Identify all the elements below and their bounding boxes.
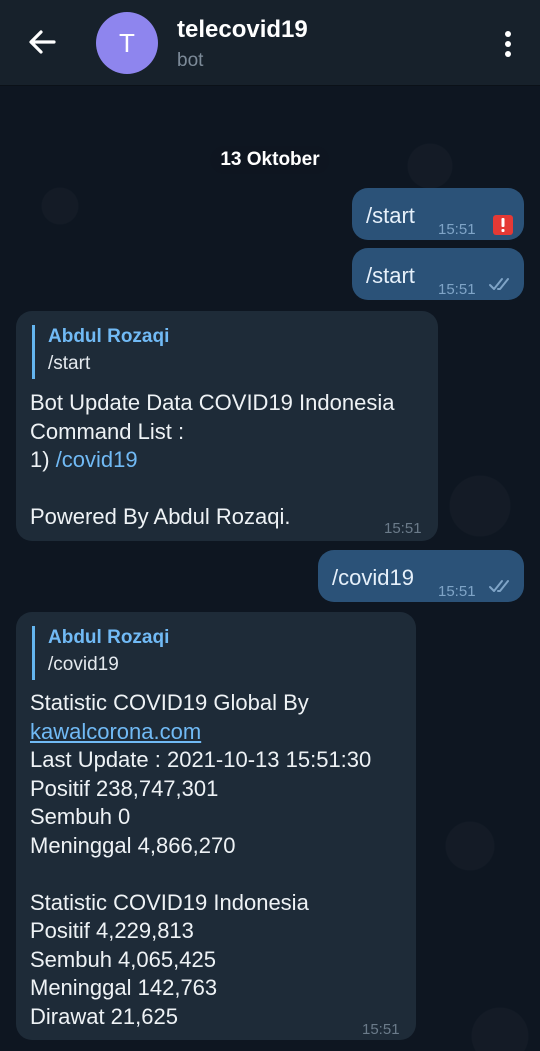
message-line: Meninggal 4,866,270 — [30, 832, 236, 858]
message-time: 15:51 — [438, 221, 476, 238]
double-check-icon — [489, 580, 509, 592]
message-line: Dirawat 21,625 — [30, 1003, 178, 1029]
message-line — [30, 475, 394, 504]
reply-author: Abdul Rozaqi — [48, 627, 170, 648]
message-line: Meninggal 142,763 — [30, 975, 218, 1000]
avatar[interactable]: T — [96, 12, 158, 74]
message-text: /start — [366, 263, 415, 288]
message-line: Statistic COVID19 Indonesia — [30, 889, 309, 915]
message-body: Bot Update Data COVID19 Indonesia Comman… — [30, 389, 394, 532]
incoming-message[interactable]: Abdul Rozaqi /covid19 Statistic COVID19 … — [16, 612, 416, 1040]
back-arrow-icon[interactable] — [24, 24, 60, 60]
message-text: /start — [366, 203, 415, 228]
reply-text: /start — [48, 353, 91, 374]
command-link[interactable]: /covid19 — [56, 447, 138, 472]
message-time: 15:51 — [438, 281, 476, 298]
message-time: 15:51 — [384, 520, 422, 537]
message-line: Positif 4,229,813 — [30, 918, 194, 943]
message-line: 1) /covid19 — [30, 446, 394, 475]
error-icon[interactable] — [492, 214, 514, 236]
outgoing-message[interactable]: /start 15:51 — [352, 188, 524, 240]
message-line: Positif 238,747,301 — [30, 775, 219, 801]
message-line — [30, 860, 371, 889]
message-line: Sembuh 4,065,425 — [30, 946, 216, 972]
more-options-icon[interactable] — [498, 28, 518, 60]
outgoing-message[interactable]: /covid19 15:51 — [318, 550, 524, 602]
message-text: /covid19 — [332, 565, 414, 590]
message-time: 15:51 — [362, 1021, 400, 1038]
reply-author: Abdul Rozaqi — [48, 326, 170, 347]
reply-quote[interactable]: Abdul Rozaqi /start — [32, 325, 169, 379]
message-line: Powered By Abdul Rozaqi. — [30, 504, 291, 529]
message-line: Last Update : 2021-10-13 15:51:30 — [30, 747, 372, 772]
reply-quote[interactable]: Abdul Rozaqi /covid19 — [32, 626, 169, 680]
message-line-prefix: 1) — [30, 447, 56, 472]
message-line: Bot Update Data COVID19 Indonesia — [30, 390, 395, 415]
incoming-message[interactable]: Abdul Rozaqi /start Bot Update Data COVI… — [16, 311, 438, 541]
chat-title[interactable]: telecovid19 — [177, 16, 308, 44]
message-body: Statistic COVID19 Global By kawalcorona.… — [30, 689, 371, 1031]
message-line: Sembuh 0 — [30, 804, 131, 829]
double-check-icon — [489, 278, 509, 290]
chat-subtitle: bot — [177, 50, 204, 71]
chat-header: T telecovid19 bot — [0, 0, 540, 86]
reply-text: /covid19 — [48, 654, 119, 675]
message-line: Statistic COVID19 Global By — [30, 690, 309, 715]
message-line: Command List : — [30, 418, 185, 444]
date-separator: 13 Oktober — [210, 146, 330, 174]
outgoing-message[interactable]: /start 15:51 — [352, 248, 524, 300]
website-link[interactable]: kawalcorona.com — [30, 718, 371, 747]
message-time: 15:51 — [438, 583, 476, 600]
